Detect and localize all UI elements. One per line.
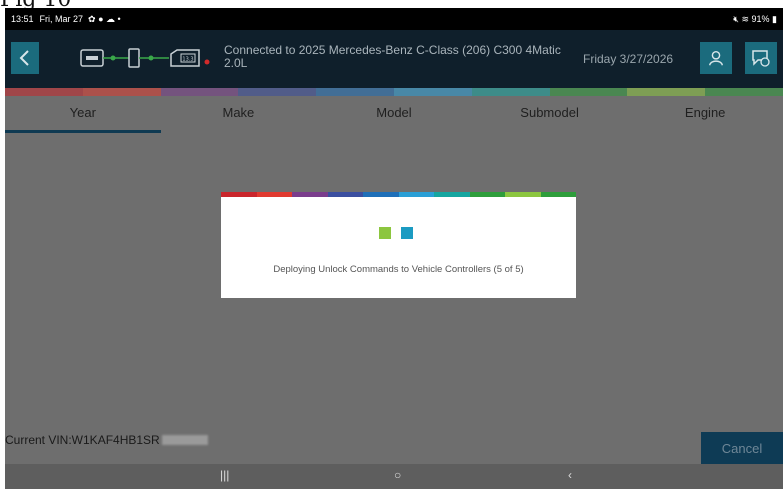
vin-label: Current VIN:W1KAF4HB1SR xyxy=(5,433,160,447)
tab-make[interactable]: Make xyxy=(161,96,317,133)
connection-chain-icon: 13.3 xyxy=(80,48,210,68)
stripe-segment xyxy=(292,192,328,197)
status-time: 13:51 xyxy=(11,14,34,24)
status-right: 🔇︎ ≋ 91% ▮ xyxy=(733,14,777,25)
mute-icon: 🔇︎ xyxy=(733,13,739,24)
stripe-segment xyxy=(5,88,83,96)
user-icon xyxy=(708,50,724,66)
recent-apps-icon[interactable]: ||| xyxy=(220,468,229,482)
battery-level: 91% xyxy=(751,13,770,24)
stripe-segment xyxy=(393,88,472,96)
chat-icon xyxy=(752,50,770,67)
stripe-segment xyxy=(256,192,292,197)
stripe-segment xyxy=(82,88,161,96)
stripe-segment xyxy=(469,192,505,197)
stripe-segment xyxy=(316,88,394,96)
tab-submodel[interactable]: Submodel xyxy=(472,96,628,133)
back-button[interactable] xyxy=(11,42,39,74)
stripe-segment xyxy=(549,88,628,96)
figure-label: Fig 10 xyxy=(0,0,71,8)
stripe-segment xyxy=(505,192,541,197)
vin-redacted xyxy=(161,435,208,445)
tab-engine[interactable]: Engine xyxy=(627,96,783,133)
stripe-segment xyxy=(327,192,363,197)
brand-stripe xyxy=(5,88,783,96)
chevron-left-icon xyxy=(19,50,29,66)
battery-icon: ▮ xyxy=(772,13,777,24)
tab-year[interactable]: Year xyxy=(5,96,161,133)
stripe-segment xyxy=(540,192,576,197)
header-date: Friday 3/27/2026 xyxy=(583,52,674,66)
tablet-screen: 13:51 Fri, Mar 27 ✿ ● ☁ • 🔇︎ ≋ 91% ▮ 13.… xyxy=(5,8,783,489)
stripe-segment xyxy=(627,88,706,96)
loading-indicator xyxy=(379,227,413,239)
tab-model[interactable]: Model xyxy=(316,96,472,133)
stripe-segment xyxy=(705,88,783,96)
app-header: 13.3 Connected to 2025 Mercedes-Benz C-C… xyxy=(5,30,783,88)
stripe-segment xyxy=(398,192,434,197)
current-vin: Current VIN:W1KAF4HB1SR xyxy=(5,433,208,447)
stripe-segment xyxy=(471,88,550,96)
notification-icons: ✿ ● ☁ • xyxy=(88,13,121,24)
progress-dialog: Deploying Unlock Commands to Vehicle Con… xyxy=(221,192,576,298)
home-icon[interactable]: ○ xyxy=(394,468,401,482)
loading-square-blue xyxy=(401,227,413,239)
dialog-brand-stripe xyxy=(221,192,576,197)
connection-status-text: Connected to 2025 Mercedes-Benz C-Class … xyxy=(224,43,561,70)
messages-button[interactable] xyxy=(745,42,777,74)
stripe-segment xyxy=(238,88,317,96)
nav-back-icon[interactable]: ‹ xyxy=(568,468,572,482)
voltage-readout: 13.3 xyxy=(182,57,193,63)
stripe-segment xyxy=(363,192,399,197)
status-date: Fri, Mar 27 xyxy=(39,14,84,24)
status-bar: 13:51 Fri, Mar 27 ✿ ● ☁ • 🔇︎ ≋ 91% ▮ xyxy=(5,8,783,30)
vehicle-tabs: Year Make Model Submodel Engine xyxy=(5,96,783,133)
content-area xyxy=(5,133,783,463)
dialog-message: Deploying Unlock Commands to Vehicle Con… xyxy=(273,264,524,275)
stripe-segment xyxy=(160,88,239,96)
stripe-segment xyxy=(221,192,257,197)
android-nav-bar: ||| ○ ‹ xyxy=(5,464,783,489)
loading-square-green xyxy=(379,227,391,239)
wifi-icon: ≋ xyxy=(741,13,749,24)
stripe-segment xyxy=(434,192,470,197)
cancel-button[interactable]: Cancel xyxy=(701,432,783,464)
user-button[interactable] xyxy=(700,42,732,74)
